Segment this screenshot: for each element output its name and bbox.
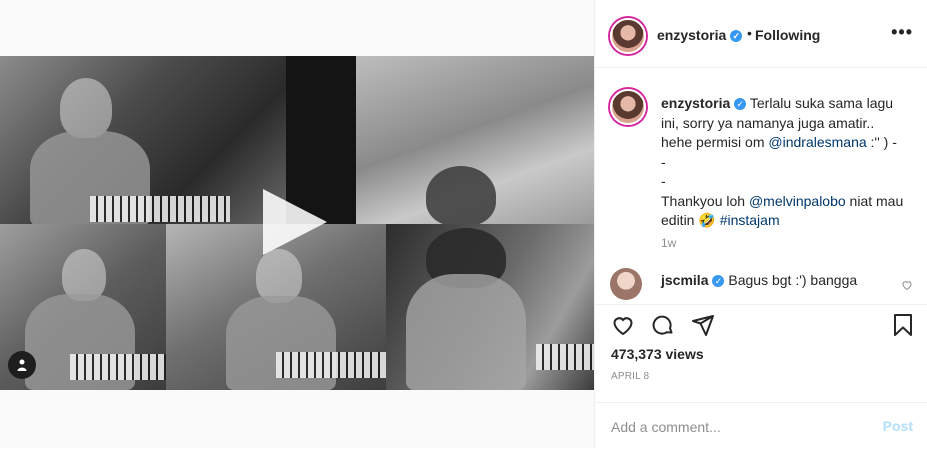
separator: • xyxy=(747,25,752,41)
caption-text: Thankyou loh xyxy=(661,192,749,209)
comments-section: enzystoria ✓ Terlalu suka sama lagu ini, … xyxy=(595,68,927,304)
bookmark-icon[interactable] xyxy=(891,313,915,342)
post-header: enzystoria ✓ • Following ••• xyxy=(595,0,927,68)
following-button[interactable]: Following xyxy=(755,27,820,43)
avatar[interactable] xyxy=(610,18,646,54)
username[interactable]: enzystoria xyxy=(657,27,726,43)
verified-badge-icon: ✓ xyxy=(730,30,743,43)
more-options-button[interactable]: ••• xyxy=(891,22,913,43)
avatar[interactable] xyxy=(610,268,642,300)
post-caption: enzystoria ✓ Terlalu suka sama lagu ini, … xyxy=(661,94,909,231)
comment-item: jscmila ✓ Bagus bgt :') bangga xyxy=(661,272,857,288)
caption-text: - xyxy=(661,153,666,170)
mention-link[interactable]: @melvinpalobo xyxy=(749,193,846,209)
speaker-icon[interactable] xyxy=(8,351,36,379)
comment-icon[interactable] xyxy=(651,313,675,342)
share-icon[interactable] xyxy=(691,313,715,342)
emoji: 🤣 xyxy=(698,212,716,228)
instagram-post-view: enzystoria ✓ • Following ••• enzystoria ✓ … xyxy=(0,0,927,448)
post-comment-button[interactable]: Post xyxy=(883,418,913,434)
comment-text: Bagus bgt :') bangga xyxy=(728,272,858,288)
comment-like-heart-icon[interactable] xyxy=(901,278,913,296)
video-tile xyxy=(386,224,594,390)
verified-badge-icon: ✓ xyxy=(734,98,747,111)
video-tile xyxy=(356,56,594,224)
media-area xyxy=(0,0,595,448)
heart-icon[interactable] xyxy=(611,313,635,342)
mention-link[interactable]: @indralesmana xyxy=(768,134,866,150)
comment-username[interactable]: jscmila xyxy=(661,272,708,288)
play-icon[interactable] xyxy=(263,189,327,255)
caption-username[interactable]: enzystoria xyxy=(661,95,730,111)
caption-timestamp[interactable]: 1w xyxy=(661,236,676,250)
post-date[interactable]: APRIL 8 xyxy=(611,371,649,382)
avatar[interactable] xyxy=(610,89,646,125)
video-tile xyxy=(0,56,286,224)
post-details-panel: enzystoria ✓ • Following ••• enzystoria ✓ … xyxy=(595,0,927,448)
comment-input[interactable] xyxy=(611,417,861,437)
verified-badge-icon: ✓ xyxy=(712,275,725,288)
post-actions: 473,373 views APRIL 8 Post xyxy=(595,304,927,448)
caption-text: - xyxy=(661,173,666,189)
post-author[interactable]: enzystoria ✓ xyxy=(657,27,743,43)
add-comment-bar: Post xyxy=(595,402,927,449)
caption-text: :'' ) - xyxy=(866,134,897,150)
hashtag-link[interactable]: #instajam xyxy=(720,212,780,228)
view-count[interactable]: 473,373 views xyxy=(611,346,704,362)
